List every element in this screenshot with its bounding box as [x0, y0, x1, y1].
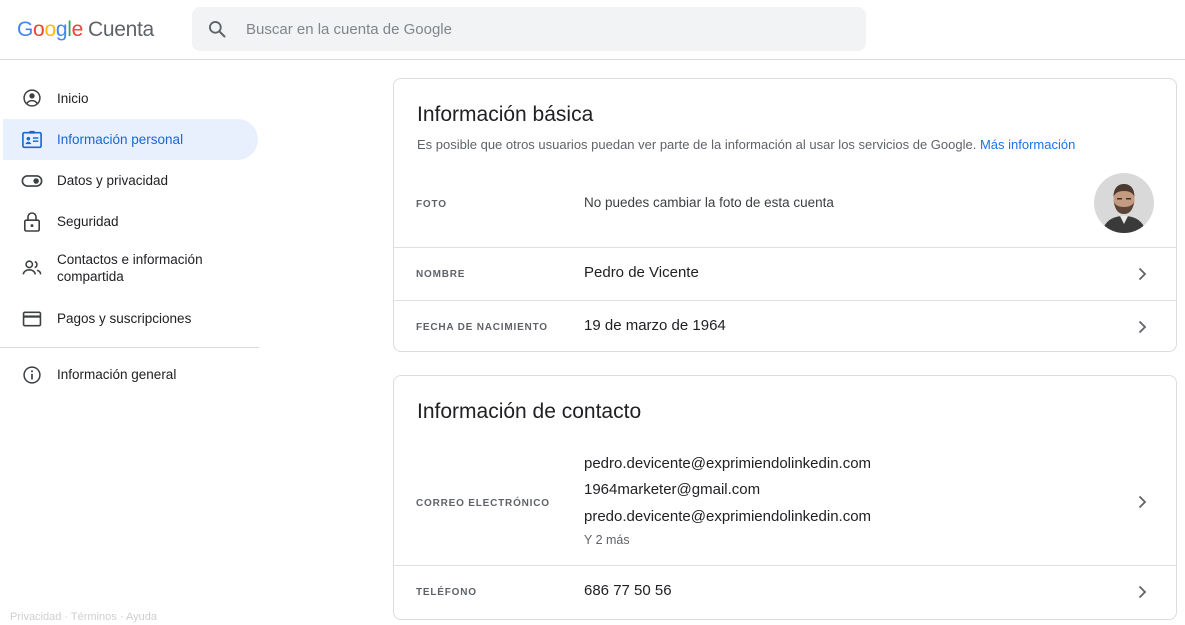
description-text: Es posible que otros usuarios puedan ver… — [417, 137, 977, 152]
email-label: Correo electrónico — [416, 498, 550, 509]
phone-value: 686 77 50 56 — [584, 582, 672, 599]
name-label: Nombre — [416, 269, 466, 280]
email-row[interactable]: Correo electrónico pedro.devicente@expri… — [394, 444, 1176, 566]
sidebar-item-label: Seguridad — [57, 214, 119, 229]
toggle-icon — [21, 170, 43, 192]
email-value: predo.devicente@exprimiendolinkedin.com — [584, 508, 872, 525]
name-row[interactable]: Nombre Pedro de Vicente — [394, 247, 1176, 300]
email-value: 1964marketer@gmail.com — [584, 481, 761, 498]
chevron-right-icon — [1138, 320, 1147, 334]
avatar — [1094, 173, 1154, 233]
sidebar-item-seguridad[interactable]: Seguridad — [3, 201, 258, 242]
photo-label: Foto — [416, 199, 447, 210]
name-value: Pedro de Vicente — [584, 264, 699, 281]
photo-row[interactable]: Foto No puedes cambiar la foto de esta c… — [394, 167, 1176, 247]
sidebar-item-label: Pagos y suscripciones — [57, 311, 192, 326]
birthdate-row[interactable]: Fecha de nacimiento 19 de marzo de 1964 — [394, 300, 1176, 352]
sidebar-item-label-line-1: Contactos e información — [57, 252, 203, 267]
chevron-right-icon — [1138, 267, 1147, 281]
search-bar[interactable] — [192, 7, 866, 51]
birthdate-value: 19 de marzo de 1964 — [584, 317, 726, 334]
people-icon — [21, 257, 43, 279]
sidebar-item-label: Inicio — [57, 90, 89, 106]
google-account-logo[interactable]: Google Cuenta — [17, 18, 154, 42]
top-bar: Google Cuenta — [0, 0, 1185, 60]
sidebar-item-label: Datos y privacidad — [57, 173, 169, 188]
info-icon — [21, 364, 43, 386]
search-input[interactable] — [246, 7, 846, 51]
lock-icon — [21, 211, 43, 233]
sidebar-divider — [0, 347, 259, 348]
credit-card-icon — [21, 308, 43, 330]
phone-row[interactable]: Teléfono 686 77 50 56 — [394, 565, 1176, 619]
sidebar-item-label: Información personal — [57, 132, 184, 147]
chevron-right-icon — [1138, 495, 1147, 509]
birthdate-label: Fecha de nacimiento — [416, 322, 548, 333]
sidebar-item-informacion-personal[interactable]: Información personal — [3, 119, 258, 160]
footer-links[interactable]: Privacidad · Términos · Ayuda — [10, 611, 157, 623]
sidebar-item-label: Contactos e información compartida — [57, 251, 203, 285]
contact-info-title: Información de contacto — [417, 400, 642, 423]
sidebar-item-label-line-2: compartida — [57, 269, 124, 284]
search-icon[interactable] — [207, 19, 227, 39]
more-emails-text: Y 2 más — [584, 533, 630, 547]
sidebar-item-informacion-general[interactable]: Información general — [3, 354, 258, 395]
sidebar-item-pagos[interactable]: Pagos y suscripciones — [3, 298, 258, 339]
basic-info-card: Información básica Es posible que otros … — [393, 78, 1177, 352]
sidebar-item-inicio[interactable]: Inicio — [3, 77, 258, 119]
phone-label: Teléfono — [416, 587, 477, 598]
more-info-link[interactable]: Más información — [980, 137, 1075, 152]
chevron-right-icon — [1138, 585, 1147, 599]
contact-info-card: Información de contacto Correo electróni… — [393, 375, 1177, 620]
basic-info-description: Es posible que otros usuarios puedan ver… — [417, 137, 1075, 152]
google-wordmark: Google — [17, 18, 83, 41]
product-name: Cuenta — [87, 18, 154, 41]
account-circle-icon — [21, 87, 43, 109]
sidebar-item-contactos[interactable]: Contactos e información compartida — [3, 242, 258, 294]
email-value: pedro.devicente@exprimiendolinkedin.com — [584, 455, 872, 472]
basic-info-title: Información básica — [417, 103, 594, 126]
photo-text: No puedes cambiar la foto de esta cuenta — [584, 195, 834, 210]
id-card-icon — [21, 129, 43, 151]
sidebar-item-datos-privacidad[interactable]: Datos y privacidad — [3, 160, 258, 201]
sidebar-item-label: Información general — [57, 367, 177, 382]
